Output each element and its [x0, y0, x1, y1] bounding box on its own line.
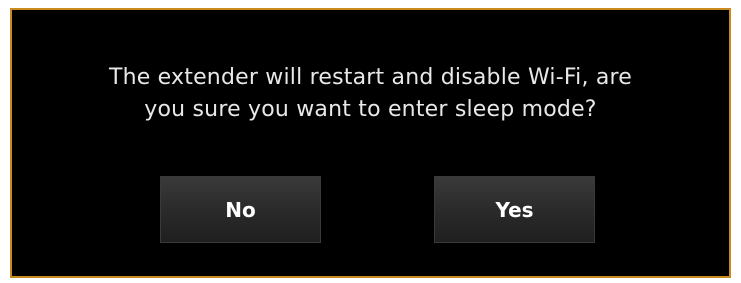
yes-button[interactable]: Yes [434, 176, 595, 243]
dialog-message-line-1: The extender will restart and disable Wi… [108, 65, 633, 90]
no-button[interactable]: No [160, 176, 321, 243]
dialog-message-line-2: you sure you want to enter sleep mode? [144, 97, 597, 122]
dialog-message: The extender will restart and disable Wi… [12, 62, 729, 126]
sleep-mode-confirm-dialog: The extender will restart and disable Wi… [10, 8, 731, 278]
